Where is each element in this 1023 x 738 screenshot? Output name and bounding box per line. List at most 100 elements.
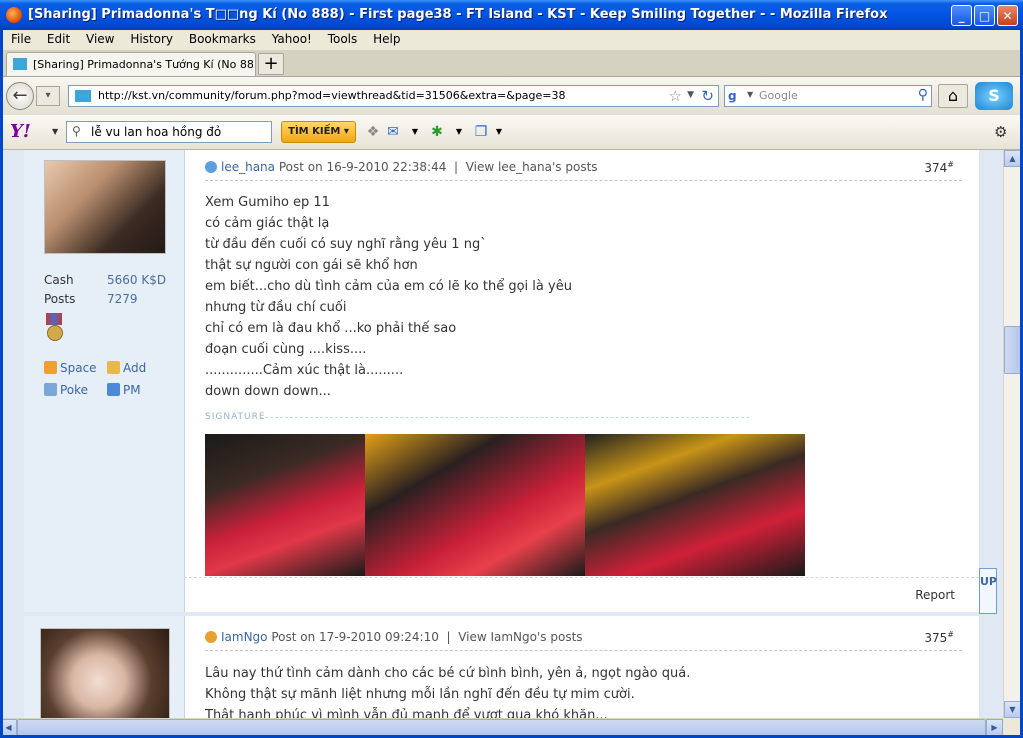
view-posts-link[interactable]: View IamNgo's posts xyxy=(458,630,582,644)
menu-help[interactable]: Help xyxy=(367,30,406,48)
reload-icon[interactable]: ↻ xyxy=(701,87,714,105)
menu-yahoo[interactable]: Yahoo! xyxy=(266,30,318,48)
post-number[interactable]: 375# xyxy=(924,630,954,645)
gear-icon[interactable]: ⚙ xyxy=(994,123,1007,141)
medal-icon[interactable] xyxy=(44,313,64,345)
back-button[interactable]: ← xyxy=(6,82,34,110)
menu-file[interactable]: File xyxy=(5,30,37,48)
title-bar[interactable]: [Sharing] Primadonna's T□□ng Kí (No 888)… xyxy=(0,0,1023,30)
signature-image[interactable] xyxy=(585,434,805,576)
scroll-up-button[interactable]: UP xyxy=(979,568,997,614)
post-date: Post on 16-9-2010 22:38:44 xyxy=(278,160,447,174)
scroll-down-arrow-icon[interactable]: ▼ xyxy=(1004,701,1021,718)
vertical-scrollbar[interactable]: ▲ ▼ xyxy=(1003,150,1021,718)
minimize-button[interactable]: _ xyxy=(951,5,972,26)
url-bar[interactable]: http://kst.vn/community/forum.php?mod=vi… xyxy=(68,85,719,107)
cash-label: Cash xyxy=(44,273,74,287)
menu-view[interactable]: View xyxy=(80,30,120,48)
mail-dropdown-icon[interactable]: ▼ xyxy=(404,123,426,141)
online-status-icon xyxy=(205,631,217,643)
horizontal-scrollbar[interactable]: ◀ ▶ xyxy=(0,718,1003,736)
post-author-link[interactable]: lee_hana xyxy=(221,160,275,174)
search-bar[interactable]: g ▼ Google ⚲ xyxy=(724,85,932,107)
yahoo-logo[interactable]: Y! xyxy=(10,121,31,142)
home-icon xyxy=(44,361,57,374)
menu-tools[interactable]: Tools xyxy=(322,30,364,48)
online-status-icon xyxy=(205,161,217,173)
bookmark-star-icon[interactable]: ☆ xyxy=(669,87,682,105)
page-content: Cash 5660 K$D Posts 7279 Space Add Poke xyxy=(0,150,1003,718)
menu-bar: File Edit View History Bookmarks Yahoo! … xyxy=(0,30,1023,50)
firefox-icon xyxy=(6,7,22,23)
skype-icon[interactable]: S xyxy=(975,82,1013,110)
tab-strip: [Sharing] Primadonna's Tướng Kí (No 888)… xyxy=(0,50,1023,77)
signature-divider xyxy=(260,417,749,418)
menu-edit[interactable]: Edit xyxy=(41,30,76,48)
poke-link-label: Poke xyxy=(60,383,89,397)
yahoo-search-value[interactable]: lễ vu lan hoa hồng đỏ xyxy=(91,125,221,139)
posts-label: Posts xyxy=(44,292,76,306)
pm-link[interactable]: PM xyxy=(107,383,141,397)
signature-image[interactable] xyxy=(205,434,365,576)
yahoo-menu-dropdown-icon[interactable]: ▼ xyxy=(52,127,58,136)
space-link-label: Space xyxy=(60,361,97,375)
post-meta: IamNgo Post on 17-9-2010 09:24:10 | View… xyxy=(205,630,583,644)
url-history-dropdown-icon[interactable]: ▼ xyxy=(687,90,694,100)
avatar[interactable] xyxy=(40,628,170,718)
signature-image[interactable] xyxy=(365,434,585,576)
user-info-column: Cash 5660 K$D Posts 7279 Space Add Poke xyxy=(24,150,185,718)
google-icon[interactable]: g xyxy=(728,89,746,103)
space-link[interactable]: Space xyxy=(44,361,97,375)
post-footer-divider xyxy=(184,577,979,578)
view-posts-link[interactable]: View lee_hana's posts xyxy=(466,160,598,174)
messenger-dropdown-icon[interactable]: ▼ xyxy=(448,123,470,141)
mail-icon xyxy=(107,383,120,396)
post-number[interactable]: 374# xyxy=(924,160,954,175)
search-engine-dropdown-icon[interactable]: ▼ xyxy=(747,90,753,99)
post-text-line: ..............Cảm xúc thật là......... xyxy=(205,363,404,378)
post-author-link[interactable]: IamNgo xyxy=(221,630,268,644)
yahoo-search-button[interactable]: TÌM KIẾM ▾ xyxy=(281,121,356,143)
post-text-line: chỉ có em là đau khổ ...ko phải thế sao xyxy=(205,321,457,336)
messenger-icon[interactable]: ✱ xyxy=(426,123,448,141)
navigation-bar: ← ▾ http://kst.vn/community/forum.php?mo… xyxy=(0,77,1023,115)
post-text-line: em biết...cho dù tình cảm của em có lẽ k… xyxy=(205,279,572,294)
avatar[interactable] xyxy=(44,160,166,254)
site-favicon-icon xyxy=(13,58,27,70)
home-button[interactable]: ⌂ xyxy=(938,84,968,108)
add-friend-link[interactable]: Add xyxy=(107,361,146,375)
signature-label: SIGNATURE xyxy=(205,412,266,422)
post-number-value: 375 xyxy=(924,631,948,645)
tab-active[interactable]: [Sharing] Primadonna's Tướng Kí (No 888)… xyxy=(6,52,256,76)
maximize-button[interactable]: □ xyxy=(974,5,995,26)
add-link-label: Add xyxy=(123,361,147,375)
vertical-scroll-thumb[interactable] xyxy=(1004,326,1021,374)
horizontal-scroll-thumb[interactable] xyxy=(17,719,986,736)
medal-ribbon xyxy=(46,313,62,325)
post-text-line: đoạn cuối cùng ....kiss.... xyxy=(205,342,367,357)
search-magnifier-icon[interactable]: ⚲ xyxy=(918,87,928,103)
window-border-left xyxy=(0,30,3,738)
forward-history-dropdown[interactable]: ▾ xyxy=(36,86,60,106)
yahoo-search-input[interactable]: ⚲ lễ vu lan hoa hồng đỏ xyxy=(66,121,272,143)
post-number-value: 374 xyxy=(924,161,948,175)
url-text[interactable]: http://kst.vn/community/forum.php?mod=vi… xyxy=(98,89,566,102)
forum-thread: Cash 5660 K$D Posts 7279 Space Add Poke xyxy=(24,150,997,718)
search-input[interactable]: Google xyxy=(759,89,798,102)
report-link[interactable]: Report xyxy=(915,588,955,602)
post-text-line: nhưng từ đầu chí cuối xyxy=(205,300,347,315)
post-text-line: có cảm giác thật lạ xyxy=(205,216,330,231)
scroll-right-arrow-icon[interactable]: ▶ xyxy=(986,719,1003,736)
menu-bookmarks[interactable]: Bookmarks xyxy=(183,30,262,48)
post-text-line: Lâu nay thứ tình cảm dành cho các bé cứ … xyxy=(205,666,691,681)
new-tab-button[interactable]: + xyxy=(258,53,284,75)
bookmark-page-dropdown-icon[interactable]: ▼ xyxy=(488,123,510,141)
menu-history[interactable]: History xyxy=(124,30,179,48)
scroll-up-arrow-icon[interactable]: ▲ xyxy=(1004,150,1021,167)
post-number-sup: # xyxy=(947,160,954,169)
yahoo-toolbar: Y! ▼ ⚲ lễ vu lan hoa hồng đỏ TÌM KIẾM ▾ … xyxy=(0,115,1023,150)
post-header: IamNgo Post on 17-9-2010 09:24:10 | View… xyxy=(205,624,962,651)
mail-icon[interactable]: ✉ xyxy=(382,123,404,141)
close-button[interactable]: ✕ xyxy=(997,5,1018,26)
poke-link[interactable]: Poke xyxy=(44,383,88,397)
